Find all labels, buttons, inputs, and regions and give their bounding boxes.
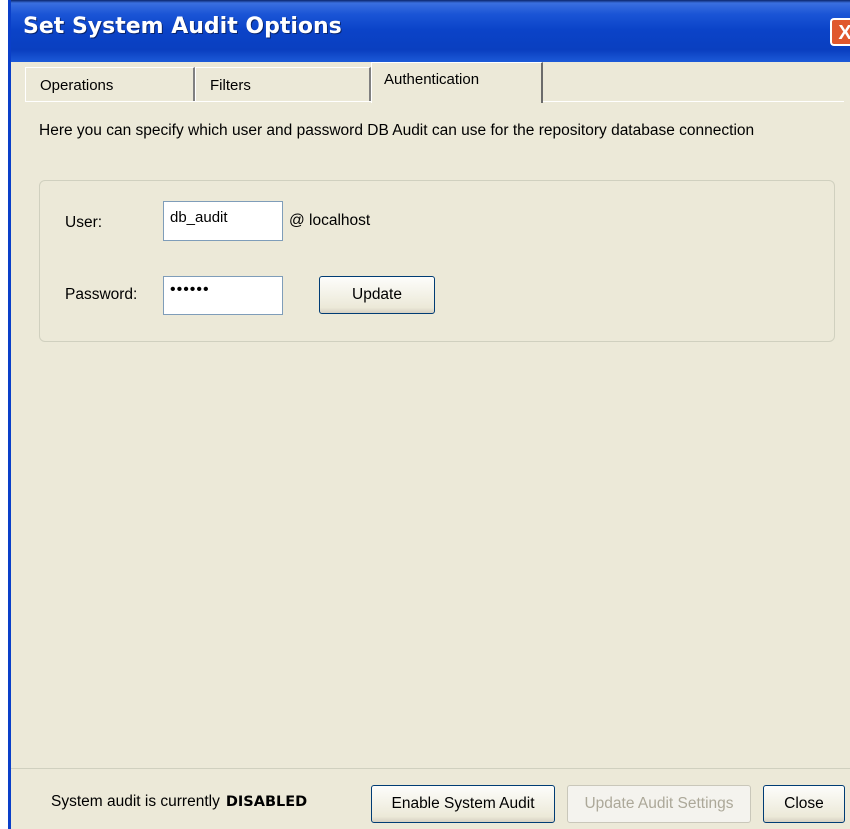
password-input[interactable]: •••••• — [163, 276, 283, 315]
close-button[interactable]: Close — [763, 785, 845, 823]
update-audit-settings-button: Update Audit Settings — [567, 785, 751, 823]
dialog-window: Set System Audit Options X Operations Fi… — [8, 0, 850, 829]
audit-status-prefix: System audit is currently — [51, 793, 220, 810]
user-input[interactable]: db_audit — [163, 201, 283, 241]
audit-status-value: DISABLED — [225, 794, 308, 810]
user-label: User: — [65, 214, 103, 231]
audit-status: System audit is currently DISABLED — [51, 793, 307, 811]
auth-description: Here you can specify which user and pass… — [39, 122, 755, 139]
tab-strip: Operations Filters Authentication — [11, 62, 850, 103]
tab-filters[interactable]: Filters — [195, 67, 371, 102]
password-label: Password: — [65, 286, 138, 303]
close-icon[interactable]: X — [830, 18, 850, 46]
update-button[interactable]: Update — [319, 276, 435, 314]
tab-authentication-label: Authentication — [384, 71, 480, 88]
tab-operations-label: Operations — [40, 77, 114, 94]
enable-system-audit-button[interactable]: Enable System Audit — [371, 785, 555, 823]
window-title: Set System Audit Options — [23, 14, 342, 39]
tab-filters-label: Filters — [210, 77, 251, 94]
dialog-footer: System audit is currently DISABLED Enable… — [11, 768, 850, 829]
authentication-panel: Here you can specify which user and pass… — [25, 102, 844, 765]
close-glyph: X — [838, 22, 850, 44]
credentials-group — [39, 180, 835, 342]
host-suffix: @ localhost — [289, 212, 371, 229]
title-bar[interactable]: Set System Audit Options X — [11, 0, 850, 62]
tab-operations[interactable]: Operations — [25, 67, 195, 102]
tab-authentication[interactable]: Authentication — [371, 62, 543, 103]
